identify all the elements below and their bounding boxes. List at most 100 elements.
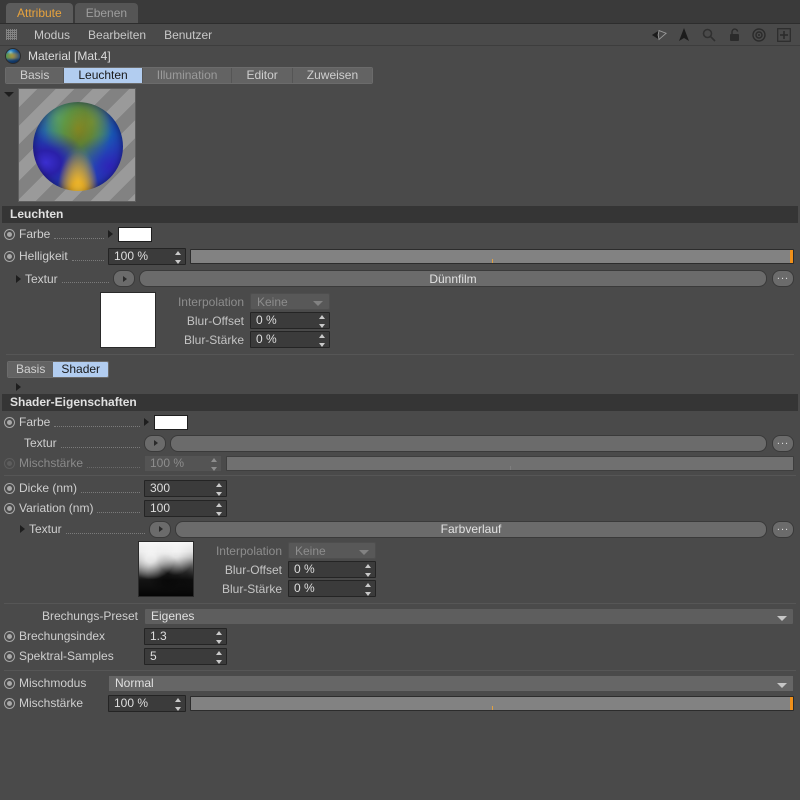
- stepper-icon[interactable]: [215, 482, 222, 496]
- shader-textur-label-cell: Textur: [4, 436, 144, 450]
- dot-leader: [97, 504, 140, 513]
- blur-offset2-input[interactable]: 0 %: [288, 561, 376, 578]
- shader-textur-field[interactable]: [170, 434, 767, 452]
- footer-mischstaerke-slider[interactable]: [190, 695, 794, 711]
- window-tab-attribute[interactable]: Attribute: [6, 3, 73, 23]
- preview-collapse-toggle[interactable]: [0, 88, 18, 97]
- variation-animate-radio[interactable]: [4, 502, 15, 514]
- row-helligkeit: Helligkeit 100 %: [0, 245, 800, 267]
- helligkeit-input[interactable]: 100 %: [108, 247, 186, 265]
- stepper-icon[interactable]: [215, 502, 222, 516]
- tab-basis[interactable]: Basis: [6, 68, 65, 83]
- mischmodus-value: Normal: [115, 676, 154, 690]
- window-tab-ebenen[interactable]: Ebenen: [74, 3, 139, 23]
- farbe-animate-radio[interactable]: [4, 228, 15, 240]
- brechungs-preset-select[interactable]: Eigenes: [144, 607, 794, 625]
- material-preview[interactable]: [18, 88, 136, 202]
- menu-bar: Modus Bearbeiten Benutzer: [0, 24, 800, 46]
- textur-label-cell: Textur: [25, 272, 113, 286]
- stepper-icon[interactable]: [215, 630, 222, 644]
- spektral-samples-input[interactable]: 5: [144, 647, 227, 665]
- brechungsindex-animate-radio[interactable]: [4, 630, 15, 642]
- brechungsindex-input[interactable]: 1.3: [144, 627, 227, 645]
- window-tab-bar: Attribute Ebenen: [0, 0, 800, 24]
- stepper-icon[interactable]: [318, 334, 325, 347]
- variation-label-cell: Variation (nm): [4, 501, 144, 515]
- material-preview-row: [0, 85, 800, 206]
- farbe-expand-icon[interactable]: [108, 230, 113, 238]
- textur2-expand-icon[interactable]: [20, 525, 25, 533]
- stepper-icon[interactable]: [364, 564, 371, 577]
- stepper-icon[interactable]: [318, 315, 325, 328]
- shader-textur-browse-button[interactable]: ...: [772, 434, 794, 452]
- brechungsindex-label-cell: Brechungsindex: [4, 629, 144, 643]
- footer-mischstaerke-input[interactable]: 100 %: [108, 694, 186, 712]
- mischmodus-select[interactable]: Normal: [108, 674, 794, 692]
- slider-tick: [510, 465, 511, 470]
- stepper-icon[interactable]: [174, 697, 181, 711]
- subtab-shader[interactable]: Shader: [53, 361, 109, 377]
- shader-farbe-color-swatch[interactable]: [154, 414, 188, 430]
- dot-leader: [61, 274, 109, 283]
- brechungsindex-value: 1.3: [150, 628, 167, 643]
- mischmodus-animate-radio[interactable]: [4, 677, 15, 689]
- stepper-icon[interactable]: [215, 650, 222, 664]
- stepper-icon[interactable]: [174, 250, 181, 264]
- target-icon[interactable]: [751, 27, 767, 43]
- dot-leader: [54, 230, 104, 239]
- spektral-samples-animate-radio[interactable]: [4, 650, 15, 662]
- row-shader-farbe: Farbe: [0, 411, 800, 433]
- tab-leuchten[interactable]: Leuchten: [64, 68, 143, 83]
- interpolation2-label: Interpolation: [215, 543, 282, 558]
- farbe-color-swatch[interactable]: [118, 226, 152, 242]
- back-arrow-icon[interactable]: [651, 27, 667, 43]
- textur-browse-button[interactable]: ...: [772, 270, 794, 287]
- shader-textur-arrow-button[interactable]: [144, 434, 166, 452]
- textur2-arrow-button[interactable]: [149, 520, 171, 538]
- shader-farbe-expand-icon[interactable]: [144, 418, 149, 426]
- slider-handle[interactable]: [790, 696, 793, 710]
- dicke-input[interactable]: 300: [144, 479, 227, 497]
- tab-illumination[interactable]: Illumination: [142, 68, 233, 83]
- brechungsindex-label: Brechungsindex: [19, 629, 106, 643]
- menu-item-modus[interactable]: Modus: [25, 24, 79, 46]
- row-variation: Variation (nm) 100: [0, 498, 800, 518]
- tab-editor[interactable]: Editor: [232, 68, 293, 83]
- interpolation-select[interactable]: Keine: [250, 293, 330, 310]
- shader-mischstaerke-animate-radio[interactable]: [4, 457, 15, 469]
- stepper-icon[interactable]: [364, 583, 371, 596]
- menu-item-bearbeiten[interactable]: Bearbeiten: [79, 24, 155, 46]
- search-icon[interactable]: [701, 27, 717, 43]
- row-mischmodus: Mischmodus Normal: [0, 673, 800, 693]
- dicke-animate-radio[interactable]: [4, 482, 15, 494]
- shader-farbe-animate-radio[interactable]: [4, 416, 15, 428]
- helligkeit-slider[interactable]: [190, 248, 794, 264]
- interpolation2-select[interactable]: Keine: [288, 542, 376, 559]
- tab-zuweisen[interactable]: Zuweisen: [292, 68, 373, 83]
- material-tabs: Basis Leuchten Illumination Editor Zuwei…: [5, 67, 374, 84]
- textur-arrow-button[interactable]: [113, 270, 135, 287]
- drag-grip-icon[interactable]: [6, 29, 17, 40]
- textur2-browse-button[interactable]: ...: [772, 520, 794, 538]
- slider-tick: [492, 705, 493, 710]
- footer-mischstaerke-animate-radio[interactable]: [4, 697, 15, 709]
- menu-item-benutzer[interactable]: Benutzer: [155, 24, 221, 46]
- plus-icon[interactable]: [776, 27, 792, 43]
- chevron-down-icon: [359, 550, 369, 555]
- textur2-field[interactable]: Farbverlauf: [175, 520, 767, 538]
- slider-handle[interactable]: [790, 249, 793, 263]
- textur-thumbnail[interactable]: [100, 292, 156, 348]
- textur2-thumbnail[interactable]: [138, 541, 194, 597]
- blur-staerke-input[interactable]: 0 %: [250, 331, 330, 348]
- subtab-basis[interactable]: Basis: [8, 361, 54, 377]
- lock-icon[interactable]: [726, 27, 742, 43]
- blur-staerke2-input[interactable]: 0 %: [288, 580, 376, 597]
- divider: [4, 475, 796, 476]
- variation-input[interactable]: 100: [144, 499, 227, 517]
- textur-expand-icon[interactable]: [16, 274, 21, 283]
- textur-field[interactable]: Dünnfilm: [139, 270, 767, 287]
- helligkeit-animate-radio[interactable]: [4, 250, 15, 262]
- blur-offset-input[interactable]: 0 %: [250, 312, 330, 329]
- chevron-right-icon[interactable]: [16, 383, 21, 391]
- up-arrow-icon[interactable]: [676, 27, 692, 43]
